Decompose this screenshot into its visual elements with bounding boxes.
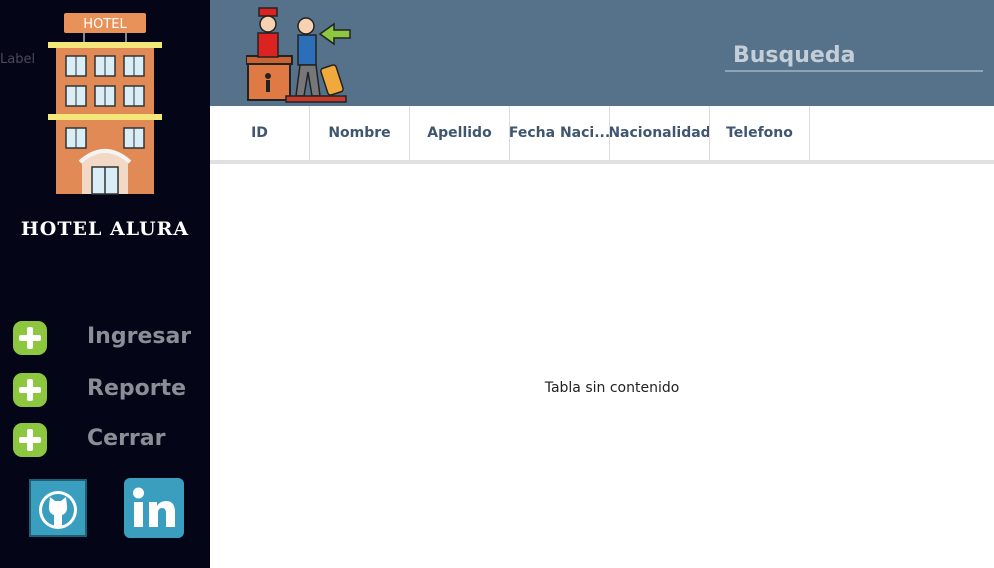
hotel-building-logo: HOTEL: [48, 13, 162, 195]
plus-icon: [13, 321, 47, 355]
linkedin-icon[interactable]: [124, 478, 184, 538]
column-header-telefono[interactable]: Telefono: [710, 106, 810, 160]
menu-item-cerrar[interactable]: Cerrar: [12, 422, 202, 458]
table-header: ID Nombre Apellido Fecha Naci... Naciona…: [210, 106, 994, 164]
github-icon[interactable]: [28, 478, 88, 538]
column-header-nacionalidad[interactable]: Nacionalidad: [610, 106, 710, 160]
hotel-sign-text: HOTEL: [83, 17, 127, 32]
hotel-name: HOTEL ALURA: [20, 218, 190, 240]
reception-illustration: [246, 7, 351, 103]
column-header-nombre[interactable]: Nombre: [310, 106, 410, 160]
table-body[interactable]: Tabla sin contenido: [210, 164, 994, 568]
menu-item-reporte[interactable]: Reporte: [12, 372, 202, 408]
column-header-fecha-nacimiento[interactable]: Fecha Naci...: [510, 106, 610, 160]
stray-label: Label: [0, 52, 36, 67]
column-header-id[interactable]: ID: [210, 106, 310, 160]
empty-table-message: Tabla sin contenido: [544, 380, 680, 396]
menu-item-label: Ingresar: [87, 324, 192, 349]
plus-icon: [13, 373, 47, 407]
menu-item-label: Reporte: [87, 376, 187, 401]
search-input[interactable]: [725, 40, 983, 72]
header-bar: [210, 0, 994, 106]
plus-icon: [13, 423, 47, 457]
menu-item-label: Cerrar: [87, 426, 166, 451]
sidebar: Label HOTEL HOTEL ALURA Ingresar Reporte…: [0, 0, 210, 568]
column-header-apellido[interactable]: Apellido: [410, 106, 510, 160]
menu-item-ingresar[interactable]: Ingresar: [12, 320, 202, 356]
